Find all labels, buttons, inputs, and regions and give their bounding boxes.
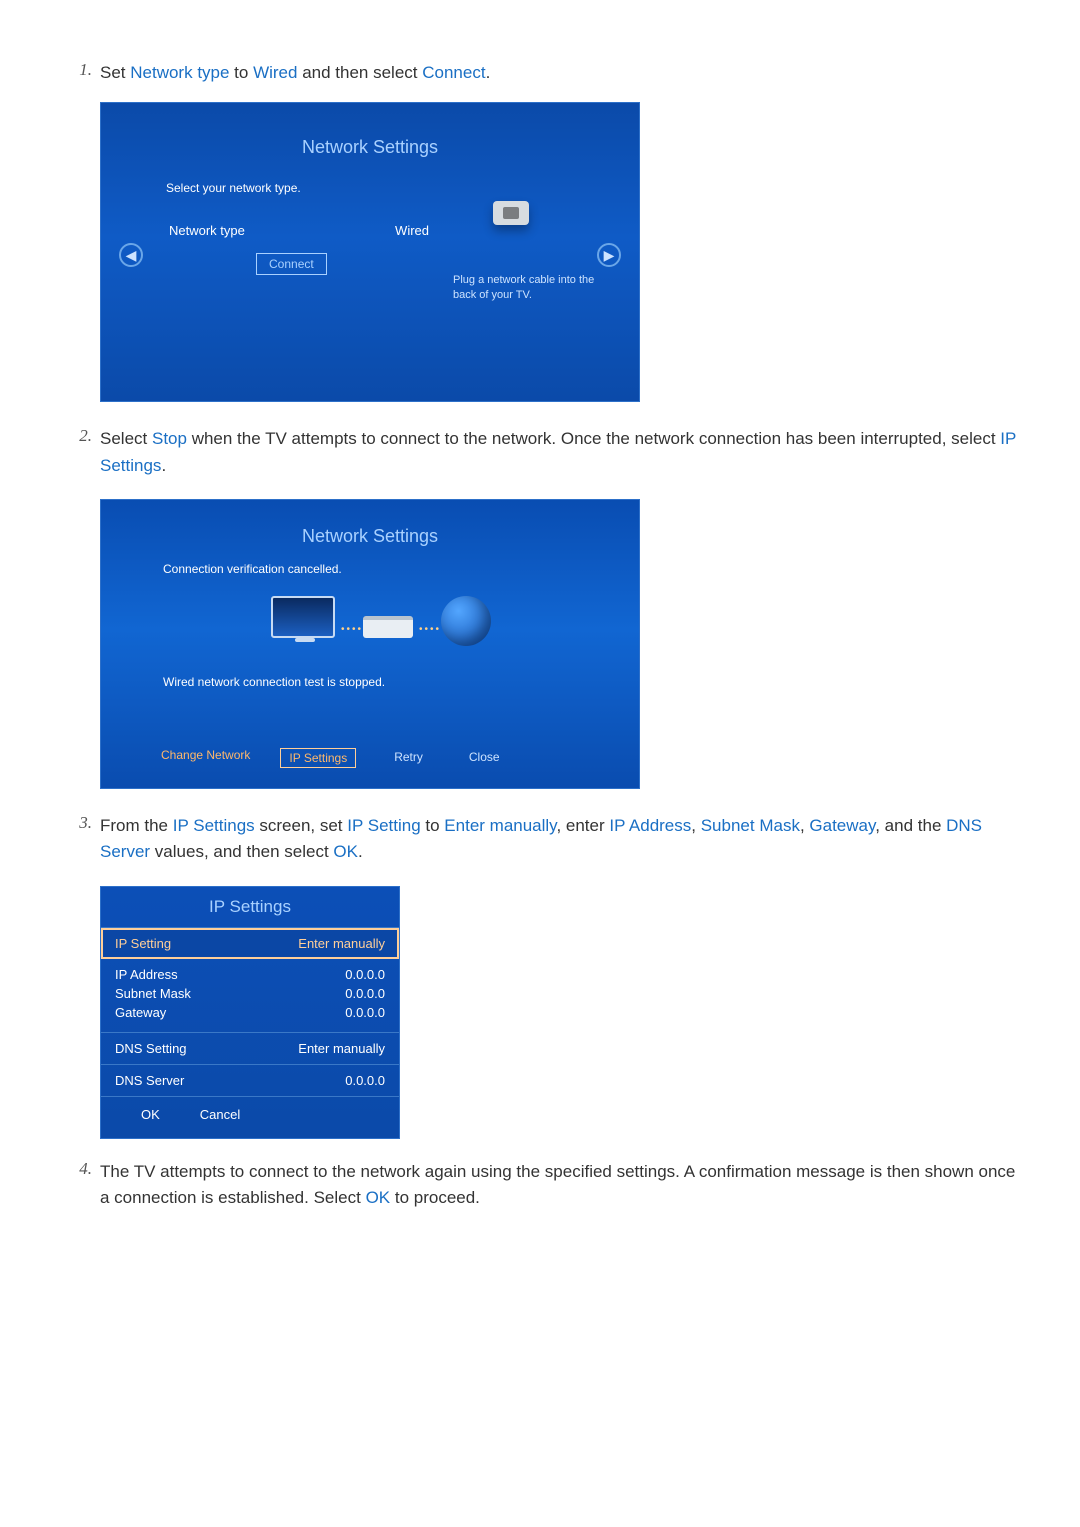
globe-icon — [441, 596, 491, 646]
msg-stopped: Wired network connection test is stopped… — [163, 675, 385, 689]
change-network-button[interactable]: Change Network — [161, 748, 250, 768]
panel-b-title: Network Settings — [101, 500, 639, 547]
dns-setting-value: Enter manually — [298, 1041, 385, 1056]
chevron-left-icon[interactable]: ◀ — [119, 243, 143, 267]
ip-address-label: IP Address — [115, 967, 178, 982]
row-ip-address[interactable]: IP Address 0.0.0.0 — [115, 965, 385, 984]
connect-button[interactable]: Connect — [256, 253, 327, 275]
step-1: 1. Set Network type to Wired and then se… — [0, 60, 1020, 402]
dots-icon: •••• — [341, 624, 363, 635]
panel-a-title: Network Settings — [101, 103, 639, 158]
ok-button[interactable]: OK — [141, 1107, 160, 1122]
row-gateway[interactable]: Gateway 0.0.0.0 — [115, 1003, 385, 1022]
ip-setting-value: Enter manually — [298, 936, 385, 951]
step-number: 2. — [72, 426, 92, 446]
panel-c-title: IP Settings — [101, 887, 399, 928]
dns-server-label: DNS Server — [115, 1073, 184, 1088]
hl-wired: Wired — [253, 63, 297, 82]
row-ip-setting[interactable]: IP Setting Enter manually — [101, 928, 399, 959]
tv-icon — [271, 596, 335, 638]
panel-network-settings-type: Network Settings Select your network typ… — [100, 102, 640, 402]
panel-network-settings-cancelled: Network Settings Connection verification… — [100, 499, 640, 789]
gateway-label: Gateway — [115, 1005, 166, 1020]
step-2-text: Select Stop when the TV attempts to conn… — [100, 426, 1020, 479]
step-number: 3. — [72, 813, 92, 833]
hl-network-type: Network type — [130, 63, 229, 82]
gateway-value: 0.0.0.0 — [345, 1005, 385, 1020]
network-type-label: Network type — [169, 223, 245, 238]
step-4-text: The TV attempts to connect to the networ… — [100, 1159, 1020, 1212]
row-dns-server[interactable]: DNS Server 0.0.0.0 — [101, 1065, 399, 1097]
panel-a-subtitle: Select your network type. — [166, 181, 301, 195]
dots-icon: •••• — [419, 624, 441, 635]
step-3: 3. From the IP Settings screen, set IP S… — [0, 813, 1020, 1139]
subnet-mask-value: 0.0.0.0 — [345, 986, 385, 1001]
hl-stop: Stop — [152, 429, 187, 448]
panel-c-buttons: OK Cancel — [101, 1097, 399, 1138]
step-4: 4. The TV attempts to connect to the net… — [0, 1159, 1020, 1212]
ip-settings-button[interactable]: IP Settings — [280, 748, 356, 768]
dns-server-value: 0.0.0.0 — [345, 1073, 385, 1088]
panel-ip-settings: IP Settings IP Setting Enter manually IP… — [100, 886, 400, 1139]
hint-text: Plug a network cable into the back of yo… — [453, 273, 603, 302]
cancel-button[interactable]: Cancel — [200, 1107, 240, 1122]
ip-address-value: 0.0.0.0 — [345, 967, 385, 982]
step-number: 1. — [72, 60, 92, 80]
hl-ok: OK — [366, 1188, 391, 1207]
close-button[interactable]: Close — [461, 748, 508, 768]
hl-connect: Connect — [422, 63, 485, 82]
network-type-value: Wired — [395, 223, 429, 238]
step-number: 4. — [72, 1159, 92, 1179]
row-dns-setting[interactable]: DNS Setting Enter manually — [101, 1033, 399, 1065]
step-2: 2. Select Stop when the TV attempts to c… — [0, 426, 1020, 789]
chevron-right-icon[interactable]: ▶ — [597, 243, 621, 267]
ip-fields-group: IP Address 0.0.0.0 Subnet Mask 0.0.0.0 G… — [101, 959, 399, 1033]
router-icon — [363, 616, 413, 638]
retry-button[interactable]: Retry — [386, 748, 431, 768]
ip-setting-label: IP Setting — [115, 936, 171, 951]
panel-b-buttons: Change Network IP Settings Retry Close — [161, 748, 508, 768]
row-network-type[interactable]: Network type Wired — [169, 223, 429, 238]
connection-diagram: •••• •••• — [271, 590, 491, 660]
dns-setting-label: DNS Setting — [115, 1041, 187, 1056]
step-3-text: From the IP Settings screen, set IP Sett… — [100, 813, 1020, 866]
row-subnet-mask[interactable]: Subnet Mask 0.0.0.0 — [115, 984, 385, 1003]
msg-cancelled: Connection verification cancelled. — [163, 562, 342, 576]
step-1-text: Set Network type to Wired and then selec… — [100, 60, 1020, 86]
ethernet-port-icon — [493, 201, 529, 225]
subnet-mask-label: Subnet Mask — [115, 986, 191, 1001]
